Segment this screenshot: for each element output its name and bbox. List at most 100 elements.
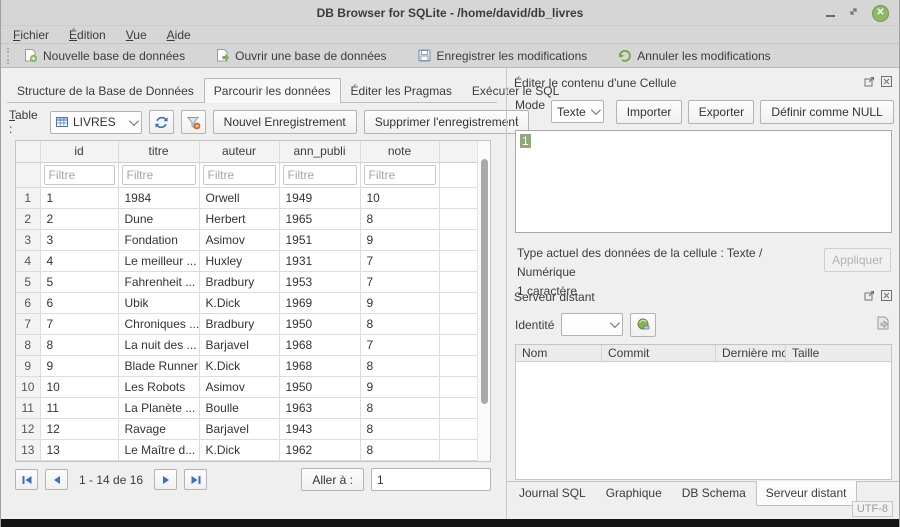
grid-cell[interactable]: Huxley — [199, 250, 279, 271]
column-header-id[interactable]: id — [40, 141, 118, 162]
row-number[interactable]: 7 — [16, 313, 40, 334]
tab-journal-sql[interactable]: Journal SQL — [509, 481, 596, 506]
grid-cell[interactable]: 10 — [40, 376, 118, 397]
tab-db-schema[interactable]: DB Schema — [672, 481, 756, 506]
grid-cell[interactable]: 1953 — [279, 271, 360, 292]
row-number[interactable]: 10 — [16, 376, 40, 397]
export-button[interactable]: Exporter — [688, 100, 754, 124]
grid-cell[interactable]: 8 — [40, 334, 118, 355]
column-header-titre[interactable]: titre — [118, 141, 199, 162]
grid-cell[interactable]: Ravage — [118, 418, 199, 439]
remote-col-commit[interactable]: Commit — [602, 345, 716, 361]
menu-fichier[interactable]: Fichier — [13, 28, 49, 42]
next-page-button[interactable] — [154, 469, 177, 490]
grid-cell[interactable]: Les Robots — [118, 376, 199, 397]
grid-cell[interactable]: 9 — [360, 229, 439, 250]
grid-cell[interactable]: Asimov — [199, 376, 279, 397]
revert-changes-button[interactable]: Annuler les modifications — [611, 48, 776, 63]
grid-cell[interactable]: Bradbury — [199, 313, 279, 334]
reload-remote-button[interactable] — [630, 313, 656, 337]
column-header-note[interactable]: note — [360, 141, 439, 162]
toolbar-handle[interactable] — [7, 48, 11, 64]
grid-cell[interactable]: 4 — [40, 250, 118, 271]
grid-cell[interactable]: 8 — [360, 355, 439, 376]
set-null-button[interactable]: Définir comme NULL — [760, 100, 893, 124]
remote-col-modif[interactable]: Dernière modific — [716, 345, 786, 361]
cell-editor[interactable]: 1 — [515, 130, 892, 233]
grid-cell[interactable]: K.Dick — [199, 355, 279, 376]
grid-cell[interactable]: Ubik — [118, 292, 199, 313]
row-number[interactable]: 4 — [16, 250, 40, 271]
tab-graphique[interactable]: Graphique — [596, 481, 672, 506]
grid-cell[interactable]: 7 — [360, 271, 439, 292]
minimize-button[interactable] — [826, 6, 835, 20]
grid-cell[interactable]: 13 — [40, 439, 118, 460]
grid-cell[interactable]: 1 — [40, 187, 118, 208]
grid-cell[interactable]: 8 — [360, 397, 439, 418]
tab-structure[interactable]: Structure de la Base de Données — [7, 78, 204, 103]
grid-cell[interactable]: 7 — [360, 334, 439, 355]
corner-header[interactable] — [16, 141, 40, 162]
grid-cell[interactable]: Le Maître d... — [118, 439, 199, 460]
grid-cell[interactable]: 1984 — [118, 187, 199, 208]
grid-cell[interactable]: Blade Runner — [118, 355, 199, 376]
encoding-badge[interactable]: UTF-8 — [852, 501, 893, 517]
grid-cell[interactable]: 1949 — [279, 187, 360, 208]
row-number[interactable]: 13 — [16, 439, 40, 460]
grid-cell[interactable]: 5 — [40, 271, 118, 292]
grid-cell[interactable]: 1962 — [279, 439, 360, 460]
grid-cell[interactable]: 9 — [360, 292, 439, 313]
grid-cell[interactable]: 1968 — [279, 355, 360, 376]
grid-cell[interactable]: Fondation — [118, 229, 199, 250]
identity-selector[interactable] — [561, 313, 623, 336]
grid-cell[interactable]: Asimov — [199, 229, 279, 250]
delete-record-button[interactable]: Supprimer l'enregistrement — [364, 110, 530, 134]
previous-page-button[interactable] — [45, 469, 68, 490]
refresh-button[interactable] — [149, 110, 174, 134]
grid-cell[interactable]: 8 — [360, 439, 439, 460]
grid-cell[interactable]: Boulle — [199, 397, 279, 418]
grid-cell[interactable]: 10 — [360, 187, 439, 208]
grid-scrollbar-thumb[interactable] — [481, 159, 488, 404]
close-dock-icon[interactable] — [881, 290, 892, 304]
grid-cell[interactable]: 9 — [40, 355, 118, 376]
grid-cell[interactable]: 7 — [360, 250, 439, 271]
close-dock-icon[interactable] — [881, 76, 892, 90]
filter-input-note[interactable] — [364, 165, 436, 185]
grid-cell[interactable]: 8 — [360, 418, 439, 439]
row-number[interactable]: 12 — [16, 418, 40, 439]
import-button[interactable]: Importer — [616, 100, 683, 124]
grid-cell[interactable]: 7 — [40, 313, 118, 334]
grid-cell[interactable]: 3 — [40, 229, 118, 250]
mode-selector[interactable]: Texte — [551, 100, 604, 123]
column-header-auteur[interactable]: auteur — [199, 141, 279, 162]
row-number[interactable]: 1 — [16, 187, 40, 208]
grid-cell[interactable]: 8 — [360, 313, 439, 334]
goto-button[interactable]: Aller à : — [301, 468, 364, 491]
row-number[interactable]: 11 — [16, 397, 40, 418]
grid-cell[interactable]: Bradbury — [199, 271, 279, 292]
row-number[interactable]: 3 — [16, 229, 40, 250]
row-number[interactable]: 8 — [16, 334, 40, 355]
grid-cell[interactable]: 6 — [40, 292, 118, 313]
new-record-button[interactable]: Nouvel Enregistrement — [213, 110, 357, 134]
menu-aide[interactable]: Aide — [167, 28, 191, 42]
grid-cell[interactable]: 1963 — [279, 397, 360, 418]
grid-cell[interactable]: 1950 — [279, 376, 360, 397]
grid-cell[interactable]: 11 — [40, 397, 118, 418]
float-dock-icon[interactable] — [864, 76, 875, 90]
table-selector[interactable]: LIVRES — [50, 111, 142, 134]
column-header-ann-publi[interactable]: ann_publi — [279, 141, 360, 162]
filter-button[interactable] — [181, 110, 206, 134]
row-number[interactable]: 9 — [16, 355, 40, 376]
apply-button[interactable]: Appliquer — [824, 248, 891, 272]
grid-cell[interactable]: 1969 — [279, 292, 360, 313]
grid-cell[interactable]: 1931 — [279, 250, 360, 271]
row-number[interactable]: 2 — [16, 208, 40, 229]
menu-edition[interactable]: Édition — [69, 28, 106, 42]
filter-input-ann-publi[interactable] — [283, 165, 357, 185]
grid-cell[interactable]: Fahrenheit ... — [118, 271, 199, 292]
tab-browse-data[interactable]: Parcourir les données — [204, 78, 341, 103]
grid-cell[interactable]: K.Dick — [199, 292, 279, 313]
grid-cell[interactable]: Le meilleur ... — [118, 250, 199, 271]
